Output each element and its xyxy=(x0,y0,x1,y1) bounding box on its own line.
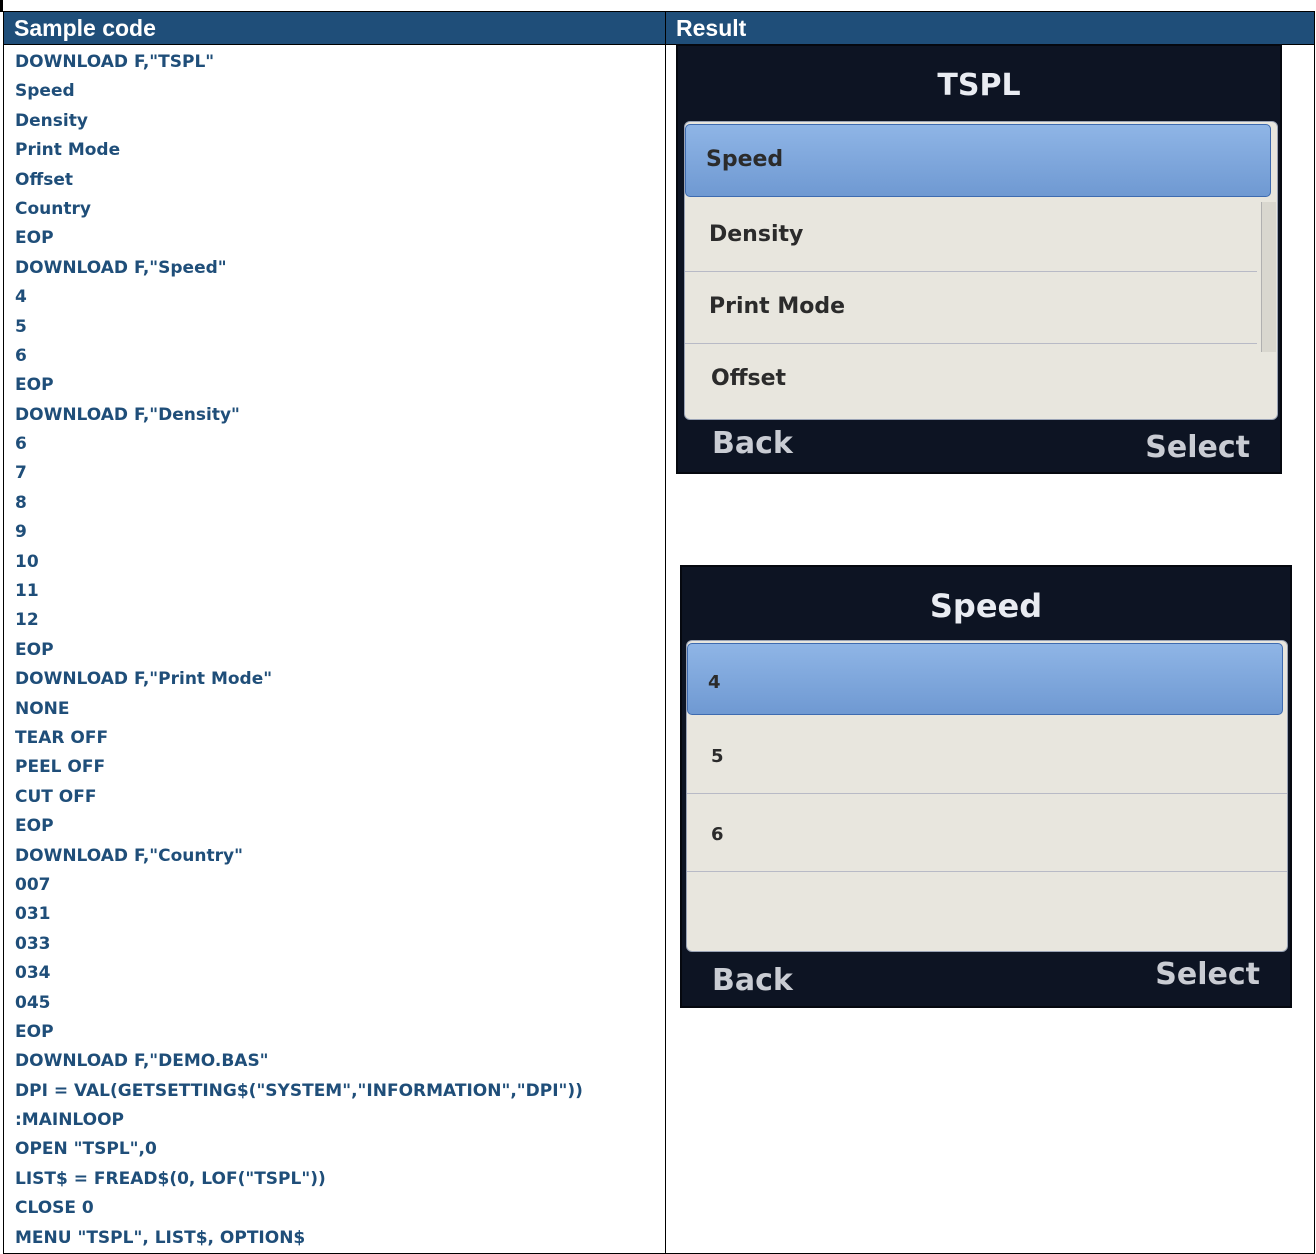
code-cell: DOWNLOAD F,"TSPL" Speed Density Print Mode O… xyxy=(3,43,666,1254)
menu-list: 4 5 6 xyxy=(686,640,1288,952)
menu-item-speed-6[interactable]: 6 xyxy=(687,794,1287,872)
code-line: 12 xyxy=(15,610,39,631)
screen-tspl-menu: TSPL Speed Density Print Mode Offset Bac… xyxy=(676,44,1282,474)
code-line: EOP xyxy=(15,375,54,396)
code-line: EOP xyxy=(15,1021,54,1042)
header-result: Result xyxy=(665,11,1315,45)
code-line: DOWNLOAD F,"Density" xyxy=(15,404,240,425)
header-row: Sample code Result xyxy=(3,11,1315,45)
code-line: DOWNLOAD F,"DEMO.BAS" xyxy=(15,1051,269,1072)
menu-item-speed-5[interactable]: 5 xyxy=(687,718,1287,794)
code-line: 6 xyxy=(15,434,27,455)
code-line: EOP xyxy=(15,639,54,660)
code-line: DPI = VAL(GETSETTING$("SYSTEM","INFORMAT… xyxy=(15,1080,583,1101)
menu-item-speed-4[interactable]: 4 xyxy=(687,643,1283,715)
code-line: OPEN "TSPL",0 xyxy=(15,1139,157,1160)
code-line: Print Mode xyxy=(15,140,121,161)
select-softkey[interactable]: Select xyxy=(1155,957,1260,992)
code-line: DOWNLOAD F,"Country" xyxy=(15,845,243,866)
code-line: 9 xyxy=(15,522,27,543)
menu-list: Speed Density Print Mode Offset xyxy=(684,121,1278,420)
menu-item-label: 5 xyxy=(711,746,724,767)
code-line: 033 xyxy=(15,933,51,954)
code-line: EOP xyxy=(15,816,54,837)
code-line: 034 xyxy=(15,963,51,984)
menu-item-speed[interactable]: Speed xyxy=(685,124,1271,197)
code-line: DOWNLOAD F,"Speed" xyxy=(15,257,227,278)
code-line: 8 xyxy=(15,492,27,513)
code-line: DOWNLOAD F,"TSPL" xyxy=(15,52,215,72)
menu-item-label: 4 xyxy=(708,672,721,693)
code-line: 10 xyxy=(15,551,39,572)
scrollbar[interactable] xyxy=(1261,202,1276,352)
code-line: Country xyxy=(15,198,91,219)
menu-item-label: 6 xyxy=(711,824,724,845)
screen-title: TSPL xyxy=(937,68,1021,103)
code-line: 007 xyxy=(15,874,51,895)
code-line: CUT OFF xyxy=(15,786,97,807)
code-line: LIST$ = FREAD$(0, LOF("TSPL")) xyxy=(15,1168,326,1189)
code-line: PEEL OFF xyxy=(15,757,106,778)
code-line: Speed xyxy=(15,81,75,102)
code-line: CLOSE 0 xyxy=(15,1198,94,1219)
code-line: :MAINLOOP xyxy=(15,1110,125,1131)
code-line: 4 xyxy=(15,287,27,308)
menu-item-label: Offset xyxy=(711,366,787,391)
menu-item-density[interactable]: Density xyxy=(685,200,1257,272)
menu-item-label: Speed xyxy=(706,147,784,172)
code-line: NONE xyxy=(15,698,70,719)
menu-item-label: Density xyxy=(709,222,804,247)
code-line: 045 xyxy=(15,992,51,1013)
back-softkey[interactable]: Back xyxy=(712,963,793,998)
menu-item-print-mode[interactable]: Print Mode xyxy=(685,272,1257,344)
menu-item-offset[interactable]: Offset xyxy=(685,344,1257,419)
code-line: 6 xyxy=(15,345,27,366)
menu-item-label: Print Mode xyxy=(709,294,846,319)
code-line: Density xyxy=(15,110,88,131)
menu-item-empty xyxy=(687,872,1287,951)
screen-speed-menu: Speed 4 5 6 Back Select xyxy=(680,565,1292,1008)
code-line: TEAR OFF xyxy=(15,727,109,748)
code-line: 11 xyxy=(15,581,39,602)
code-line: Offset xyxy=(15,169,73,190)
select-softkey[interactable]: Select xyxy=(1145,430,1250,465)
back-softkey[interactable]: Back xyxy=(712,426,793,461)
code-line: DOWNLOAD F,"Print Mode" xyxy=(15,669,273,690)
code-line: 5 xyxy=(15,316,27,337)
screen-title: Speed xyxy=(929,587,1043,625)
code-line: EOP xyxy=(15,228,54,249)
code-line: MENU "TSPL", LIST$, OPTION$ xyxy=(15,1227,306,1248)
code-line: 7 xyxy=(15,463,27,484)
header-sample-code: Sample code xyxy=(3,11,666,45)
code-block: DOWNLOAD F,"TSPL" Speed Density Print Mode O… xyxy=(4,45,665,1253)
code-line: 031 xyxy=(15,904,51,925)
